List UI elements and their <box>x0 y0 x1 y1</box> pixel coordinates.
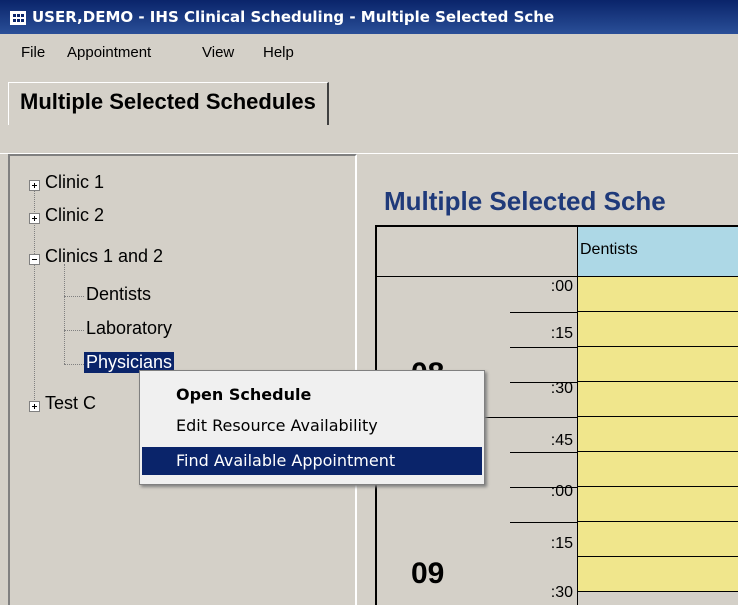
appointment-slot[interactable] <box>578 487 738 522</box>
minute-label: :45 <box>550 432 573 449</box>
tab-strip: Multiple Selected Schedules <box>0 70 738 125</box>
expand-plus-icon[interactable] <box>29 401 40 412</box>
tree-connector-line <box>64 330 84 332</box>
tree-connector-line <box>64 364 84 366</box>
appointment-slot[interactable] <box>578 277 738 312</box>
menu-file[interactable]: File <box>21 44 45 61</box>
tree-connector-line <box>64 296 84 298</box>
tree-connector-line <box>64 264 66 364</box>
schedule-title: Multiple Selected Sche <box>384 186 666 216</box>
appointment-slot[interactable] <box>578 312 738 347</box>
appointment-slot[interactable] <box>578 382 738 417</box>
expand-plus-icon[interactable] <box>29 180 40 191</box>
menu-item-find-available-appointment[interactable]: Find Available Appointment <box>142 447 482 475</box>
column-header-label: Dentists <box>580 241 638 258</box>
expand-plus-icon[interactable] <box>29 213 40 224</box>
appointment-slot[interactable] <box>578 557 738 592</box>
appointment-slot[interactable] <box>578 522 738 557</box>
window-title: USER,DEMO - IHS Clinical Scheduling - Mu… <box>32 8 555 26</box>
menu-view[interactable]: View <box>202 44 234 61</box>
menu-item-open-schedule[interactable]: Open Schedule <box>142 381 482 409</box>
minute-label: :30 <box>550 584 573 601</box>
tree-item-clinic-1[interactable]: Clinic 1 <box>45 172 104 193</box>
tree-item-clinic-2[interactable]: Clinic 2 <box>45 205 104 226</box>
column-header-dentists[interactable]: Dentists <box>577 227 738 276</box>
menu-item-edit-resource-availability[interactable]: Edit Resource Availability <box>142 412 482 440</box>
window-title-bar[interactable]: USER,DEMO - IHS Clinical Scheduling - Mu… <box>0 0 738 34</box>
tree-item-test-clinic[interactable]: Test C <box>45 393 96 414</box>
minute-label: :00 <box>550 278 573 295</box>
grid-line <box>510 312 577 313</box>
minute-label: :00 <box>550 483 573 500</box>
minute-label: :15 <box>550 535 573 552</box>
minute-label: :15 <box>550 325 573 342</box>
minute-label: :30 <box>550 380 573 397</box>
grid-line <box>510 522 577 523</box>
menu-appointment[interactable]: Appointment <box>67 44 151 61</box>
menu-help[interactable]: Help <box>263 44 294 61</box>
appointment-slot[interactable] <box>578 417 738 452</box>
appointment-slot[interactable] <box>578 452 738 487</box>
menu-bar: File Appointment View Help <box>0 34 738 70</box>
calendar-app-icon <box>10 11 26 25</box>
grid-line <box>510 452 577 453</box>
hour-label: 09 <box>411 557 445 590</box>
tree-context-menu: Open Schedule Edit Resource Availability… <box>139 370 485 485</box>
collapse-minus-icon[interactable] <box>29 254 40 265</box>
tree-item-laboratory[interactable]: Laboratory <box>86 318 172 339</box>
appointment-slot[interactable] <box>578 347 738 382</box>
tab-multiple-selected-schedules[interactable]: Multiple Selected Schedules <box>8 82 329 125</box>
tree-item-clinics-1-and-2[interactable]: Clinics 1 and 2 <box>45 246 163 267</box>
tree-item-dentists[interactable]: Dentists <box>86 284 151 305</box>
grid-line <box>510 347 577 348</box>
